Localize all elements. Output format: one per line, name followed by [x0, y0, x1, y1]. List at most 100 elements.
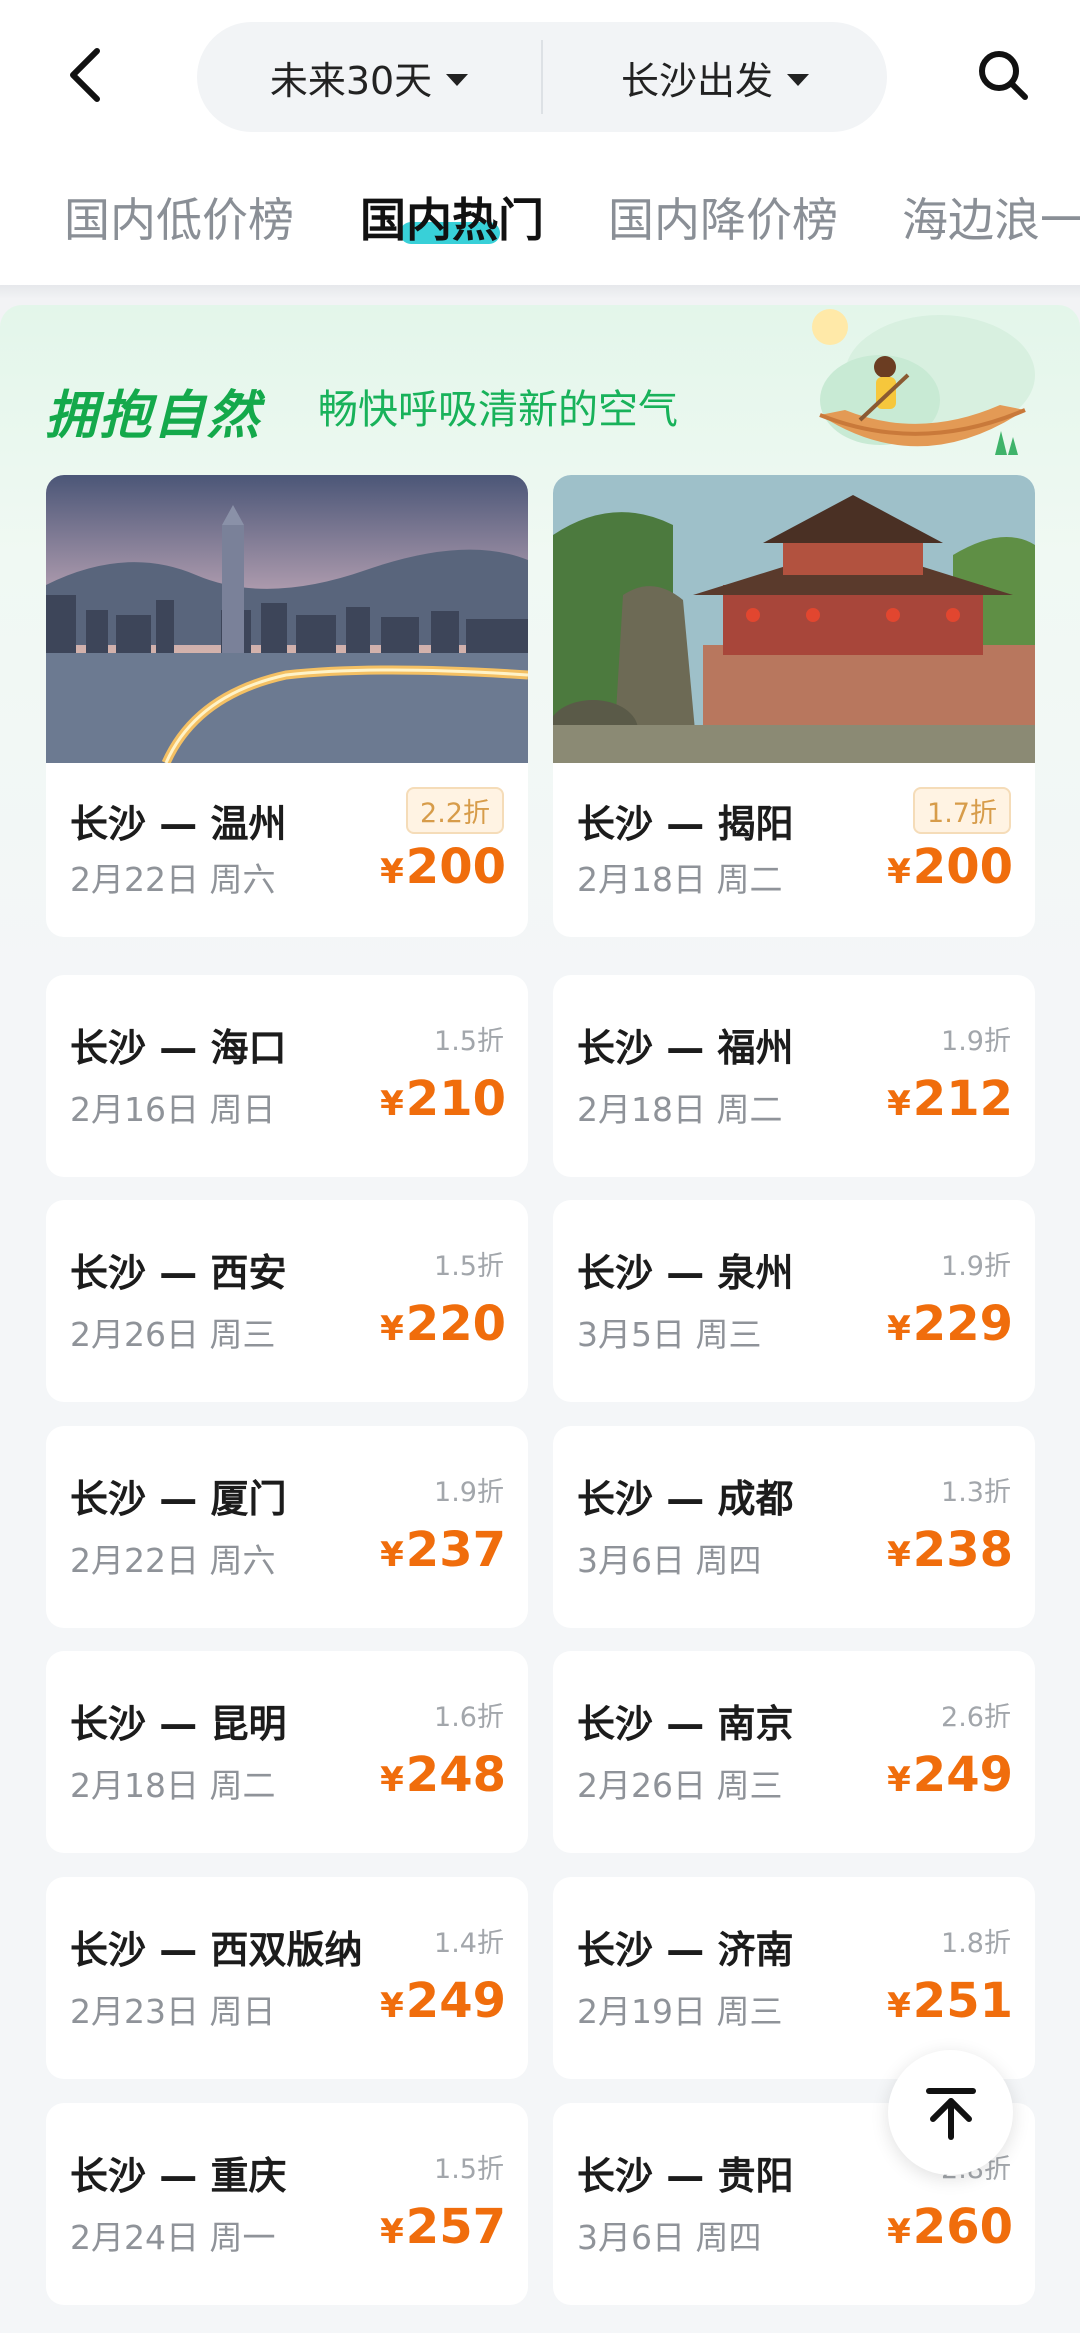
- tab-domestic-price-drop[interactable]: 国内降价榜: [608, 185, 838, 255]
- flight-card[interactable]: 长沙 — 重庆 1.5折 2月24日 周一 ¥257: [46, 2103, 528, 2305]
- tab-domestic-popular[interactable]: 国内热门: [360, 185, 544, 255]
- currency-symbol: ¥: [380, 1084, 404, 1124]
- discount-label: 1.8折: [941, 1928, 1011, 1959]
- discount-label: 1.5折: [434, 1026, 504, 1057]
- banner-title: 拥抱自然: [45, 386, 262, 446]
- search-icon: [979, 51, 1028, 100]
- price-value: 248: [405, 1747, 506, 1803]
- departure-date: 3月6日 周四: [577, 2218, 762, 2257]
- departure-date: 2月22日 周六: [70, 1541, 276, 1580]
- featured-flight-card[interactable]: 长沙 — 温州 2.2折 2月22日 周六 ¥200: [46, 475, 528, 937]
- price-value: 229: [912, 1296, 1013, 1352]
- price-value: 249: [912, 1747, 1013, 1803]
- price: ¥212: [887, 1071, 1013, 1127]
- date-range-label: 未来30天: [269, 58, 433, 103]
- deals-section: 拥抱自然 畅快呼吸清新的空气 长沙 — 温州 2.2折 2月22日 周六 ¥20…: [0, 305, 1080, 2333]
- departure-date: 3月6日 周四: [577, 1541, 762, 1580]
- tab-domestic-low-price[interactable]: 国内低价榜: [64, 185, 294, 255]
- scroll-to-top-button[interactable]: [888, 2050, 1013, 2175]
- top-bar-shadow: [0, 285, 1080, 299]
- discount-label: 1.5折: [434, 2154, 504, 2185]
- departure-date: 2月19日 周三: [577, 1992, 783, 2031]
- discount-label: 2.6折: [941, 1702, 1011, 1733]
- banner-subtitle: 畅快呼吸清新的空气: [318, 387, 678, 433]
- route-label: 长沙 — 西双版纳: [70, 1928, 363, 1972]
- rowing-boat-illustration: [812, 309, 1035, 455]
- route-label: 长沙 — 贵阳: [577, 2154, 794, 2198]
- price: ¥248: [380, 1747, 506, 1803]
- price-value: 251: [912, 1973, 1013, 2029]
- route-label: 长沙 — 温州: [70, 802, 287, 846]
- flight-card[interactable]: 长沙 — 济南 1.8折 2月19日 周三 ¥251: [553, 1877, 1035, 2079]
- route-label: 长沙 — 厦门: [70, 1477, 287, 1521]
- route-label: 长沙 — 济南: [577, 1928, 794, 1972]
- price: ¥229: [887, 1296, 1013, 1352]
- date-range-filter[interactable]: 未来30天: [197, 22, 541, 132]
- currency-symbol: ¥: [887, 1760, 911, 1800]
- price-value: 260: [912, 2199, 1013, 2255]
- flight-card[interactable]: 长沙 — 昆明 1.6折 2月18日 周二 ¥248: [46, 1651, 528, 1853]
- scroll-to-top-icon: [925, 2087, 976, 2140]
- flight-card[interactable]: 长沙 — 厦门 1.9折 2月22日 周六 ¥237: [46, 1426, 528, 1628]
- destination-photo-city-night-bridge: [46, 475, 528, 763]
- featured-flight-card[interactable]: 长沙 — 揭阳 1.7折 2月18日 周二 ¥200: [553, 475, 1035, 937]
- flight-card[interactable]: 长沙 — 西双版纳 1.4折 2月23日 周日 ¥249: [46, 1877, 528, 2079]
- price-value: 257: [405, 2199, 506, 2255]
- departure-city-filter[interactable]: 长沙出发: [543, 22, 887, 132]
- flight-card[interactable]: 长沙 — 成都 1.3折 3月6日 周四 ¥238: [553, 1426, 1035, 1628]
- route-label: 长沙 — 成都: [577, 1477, 794, 1521]
- departure-date: 2月23日 周日: [70, 1992, 276, 2031]
- currency-symbol: ¥: [380, 2212, 404, 2252]
- departure-date: 2月18日 周二: [577, 860, 783, 899]
- currency-symbol: ¥: [380, 1535, 404, 1575]
- route-label: 长沙 — 海口: [70, 1026, 287, 1070]
- price: ¥249: [887, 1747, 1013, 1803]
- flight-card[interactable]: 长沙 — 西安 1.5折 2月26日 周三 ¥220: [46, 1200, 528, 1402]
- currency-symbol: ¥: [887, 1309, 911, 1349]
- departure-date: 2月16日 周日: [70, 1090, 276, 1129]
- currency-symbol: ¥: [887, 1535, 911, 1575]
- discount-badge: 2.2折: [406, 787, 504, 834]
- price: ¥257: [380, 2199, 506, 2255]
- currency-symbol: ¥: [887, 1084, 911, 1124]
- price: ¥249: [380, 1973, 506, 2029]
- price-value: 210: [405, 1071, 506, 1127]
- departure-city-label: 长沙出发: [620, 58, 773, 103]
- flight-card[interactable]: 长沙 — 泉州 1.9折 3月5日 周三 ¥229: [553, 1200, 1035, 1402]
- route-label: 长沙 — 昆明: [70, 1702, 287, 1746]
- route-label: 长沙 — 西安: [70, 1251, 287, 1295]
- price: ¥238: [887, 1522, 1013, 1578]
- currency-symbol: ¥: [887, 852, 911, 892]
- caret-down-icon: [787, 74, 809, 86]
- search-button[interactable]: [968, 40, 1038, 110]
- price: ¥210: [380, 1071, 506, 1127]
- departure-date: 2月26日 周三: [577, 1766, 783, 1805]
- departure-date: 2月18日 周二: [70, 1766, 276, 1805]
- currency-symbol: ¥: [380, 1986, 404, 2026]
- caret-down-icon: [446, 74, 469, 86]
- price-value: 212: [912, 1071, 1013, 1127]
- price: ¥200: [887, 839, 1013, 895]
- discount-label: 1.9折: [434, 1477, 504, 1508]
- flight-card[interactable]: 长沙 — 南京 2.6折 2月26日 周三 ¥249: [553, 1651, 1035, 1853]
- price: ¥200: [380, 839, 506, 895]
- route-label: 长沙 — 重庆: [70, 2154, 287, 2198]
- filter-bar: 未来30天 长沙出发: [197, 22, 887, 132]
- departure-date: 2月24日 周一: [70, 2218, 276, 2257]
- flight-card[interactable]: 长沙 — 海口 1.5折 2月16日 周日 ¥210: [46, 975, 528, 1177]
- price: ¥220: [380, 1296, 506, 1352]
- route-label: 长沙 — 泉州: [577, 1251, 794, 1295]
- back-button[interactable]: [55, 40, 115, 110]
- category-tabs: 国内低价榜 国内热门 国内降价榜 海边浪一: [0, 185, 1080, 275]
- discount-label: 1.9折: [941, 1026, 1011, 1057]
- price-value: 220: [405, 1296, 506, 1352]
- price-value: 237: [405, 1522, 506, 1578]
- tab-seaside[interactable]: 海边浪一: [902, 185, 1080, 255]
- discount-label: 1.3折: [941, 1477, 1011, 1508]
- currency-symbol: ¥: [380, 1309, 404, 1349]
- currency-symbol: ¥: [380, 1760, 404, 1800]
- flight-card[interactable]: 长沙 — 福州 1.9折 2月18日 周二 ¥212: [553, 975, 1035, 1177]
- discount-label: 1.5折: [434, 1251, 504, 1282]
- route-label: 长沙 — 福州: [577, 1026, 794, 1070]
- destination-photo-chinese-pavilion: [553, 475, 1035, 763]
